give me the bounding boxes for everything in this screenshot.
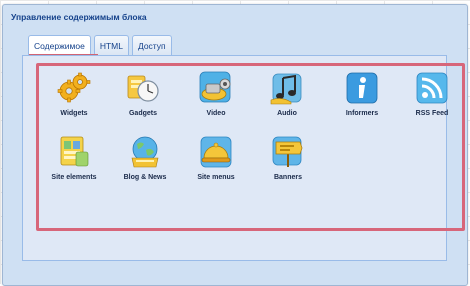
rss-feed-item[interactable]: RSS Feed	[398, 70, 466, 130]
widgets-item[interactable]: Widgets	[40, 70, 108, 130]
audio-label: Audio	[277, 110, 297, 117]
banner-sign-icon	[270, 134, 306, 170]
globe-news-icon	[127, 134, 163, 170]
music-note-icon	[269, 70, 305, 106]
blog-news-item[interactable]: Blog & News	[111, 134, 179, 194]
gadgets-label: Gadgets	[128, 110, 157, 117]
site-menus-label: Site menus	[197, 174, 235, 181]
blog-news-label: Blog & News	[123, 174, 167, 181]
site-elements-label: Site elements	[51, 174, 97, 181]
video-camera-icon	[198, 70, 234, 106]
informers-item[interactable]: Informers	[328, 70, 396, 130]
video-label: Video	[206, 110, 226, 117]
informers-label: Informers	[345, 110, 379, 117]
tab-access[interactable]: Доступ	[131, 35, 172, 55]
video-item[interactable]: Video	[182, 70, 250, 130]
info-icon	[344, 70, 380, 106]
gears-icon	[56, 70, 92, 106]
gadgets-item[interactable]: Gadgets	[109, 70, 177, 130]
dialog-title: Управление содержимым блока	[11, 12, 147, 22]
site-menus-item[interactable]: Site menus	[182, 134, 250, 194]
rss-feed-label: RSS Feed	[415, 110, 449, 117]
banners-label: Banners	[273, 174, 302, 181]
rss-icon	[414, 70, 450, 106]
tab-html[interactable]: HTML	[93, 35, 129, 55]
tab-content[interactable]: Содержимое	[28, 35, 91, 56]
tab-bar: Содержимое HTML Доступ	[28, 35, 172, 56]
audio-item[interactable]: Audio	[253, 70, 321, 130]
banners-item[interactable]: Banners	[254, 134, 322, 194]
site-elements-item[interactable]: Site elements	[40, 134, 108, 194]
cloche-icon	[198, 134, 234, 170]
site-elements-icon	[56, 134, 92, 170]
widgets-label: Widgets	[60, 110, 88, 117]
clock-gadget-icon	[125, 70, 161, 106]
